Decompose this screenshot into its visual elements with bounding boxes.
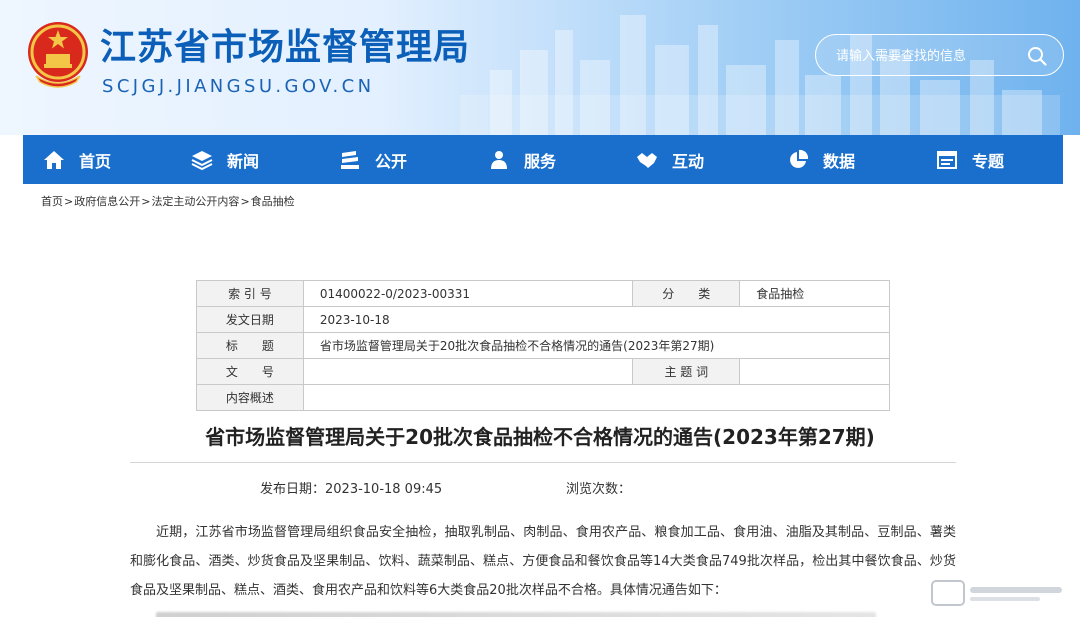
site-domain: SCJGJ.JIANGSU.GOV.CN: [102, 76, 375, 97]
breadcrumb-separator: >: [240, 195, 250, 208]
nav-item-data[interactable]: 数据: [787, 135, 855, 184]
summary-label: 内容概述: [196, 384, 304, 411]
nav-item-topics[interactable]: 专题: [936, 135, 1004, 184]
breadcrumb-legal-disclosure[interactable]: 法定主动公开内容: [151, 195, 239, 208]
handshake-icon: [637, 152, 657, 168]
main-nav: 首页 新闻 公开 服务 互动 数据 专题: [23, 135, 1063, 184]
nav-item-service[interactable]: 服务: [488, 135, 556, 184]
keywords-label: 主 题 词: [632, 358, 741, 385]
title-divider: [130, 462, 956, 463]
breadcrumb-food-inspection[interactable]: 食品抽检: [251, 195, 295, 208]
publish-icon: [341, 150, 359, 169]
docno-value: [302, 358, 634, 385]
article-body-paragraph: 近期，江苏省市场监督管理局组织食品安全抽检，抽取乳制品、肉制品、食用农产品、粮食…: [130, 525, 956, 598]
nav-item-label: 服务: [524, 151, 557, 171]
category-label: 分 类: [632, 280, 741, 307]
date-value: 2023-10-18: [302, 306, 891, 333]
nav-item-public[interactable]: 公开: [339, 135, 407, 184]
table-row: 索 引 号 01400022-0/2023-00331 分 类 食品抽检: [196, 280, 890, 307]
nav-item-news[interactable]: 新闻: [191, 135, 259, 184]
site-header: 江苏省市场监督管理局 SCJGJ.JIANGSU.GOV.CN: [0, 0, 1080, 135]
keywords-value: [739, 358, 890, 385]
nav-item-label: 数据: [823, 151, 856, 171]
docno-label: 文 号: [196, 358, 304, 385]
nav-item-label: 首页: [79, 151, 112, 171]
nav-item-label: 互动: [672, 151, 705, 171]
nav-item-interact[interactable]: 互动: [636, 135, 704, 184]
breadcrumb-home[interactable]: 首页: [41, 195, 63, 208]
article-title: 省市场监督管理局关于20批次食品抽检不合格情况的通告(2023年第27期): [205, 425, 875, 449]
national-emblem-icon: [28, 22, 88, 88]
window-icon: [937, 150, 957, 169]
summary-value: [302, 384, 891, 411]
users-icon: [491, 150, 507, 169]
document-info-table: 索 引 号 01400022-0/2023-00331 分 类 食品抽检 发文日…: [196, 280, 891, 411]
article-body-continued: [130, 604, 956, 617]
title-label: 标 题: [196, 332, 304, 359]
breadcrumb-gov-info[interactable]: 政府信息公开: [74, 195, 140, 208]
search-input[interactable]: [836, 45, 1016, 67]
date-label: 发文日期: [196, 306, 304, 333]
table-row: 发文日期 2023-10-18: [196, 306, 891, 333]
view-count: 浏览次数：: [566, 482, 632, 497]
table-row: 标 题 省市场监督管理局关于20批次食品抽检不合格情况的通告(2023年第27期…: [196, 332, 891, 359]
breadcrumb-separator: >: [141, 195, 151, 208]
pie-chart-icon: [790, 149, 809, 168]
nav-item-home[interactable]: 首页: [43, 135, 111, 184]
blurred-text-line: [156, 612, 876, 617]
index-label: 索 引 号: [196, 280, 304, 307]
publish-date: 发布日期：2023-10-18 09:45: [260, 482, 443, 497]
title-value: 省市场监督管理局关于20批次食品抽检不合格情况的通告(2023年第27期): [302, 332, 891, 359]
search-icon[interactable]: [1026, 45, 1048, 67]
table-row: 文 号 主 题 词: [196, 358, 890, 385]
nav-item-label: 公开: [375, 151, 408, 171]
category-value: 食品抽检: [739, 280, 890, 307]
breadcrumb-separator: >: [64, 195, 74, 208]
breadcrumb: 首页>政府信息公开>法定主动公开内容>食品抽检: [41, 193, 295, 209]
layers-icon: [191, 150, 213, 170]
site-title: 江苏省市场监督管理局: [100, 27, 471, 68]
watermark-logo: [931, 580, 1062, 606]
nav-item-label: 新闻: [227, 151, 260, 171]
home-icon: [44, 150, 64, 169]
search-box: [815, 34, 1064, 76]
nav-item-label: 专题: [972, 151, 1005, 171]
table-row: 内容概述: [196, 384, 891, 411]
index-value: 01400022-0/2023-00331: [302, 280, 634, 307]
